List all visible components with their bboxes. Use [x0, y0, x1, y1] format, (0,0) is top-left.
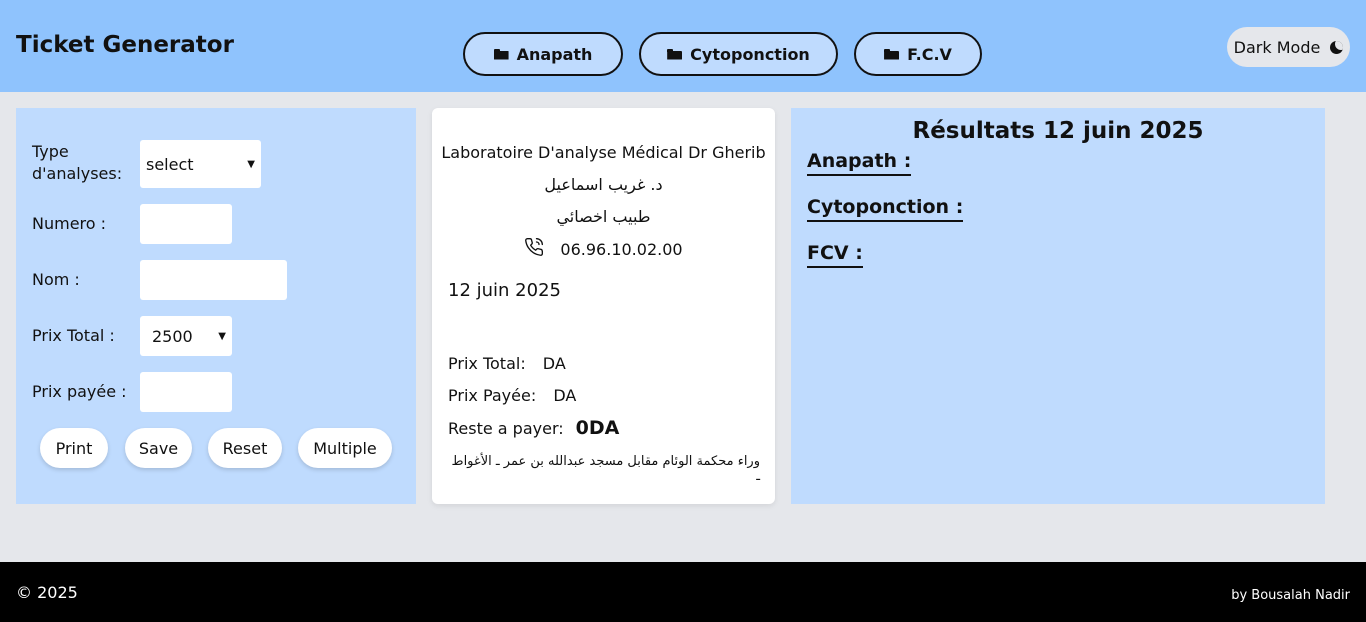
nom-input[interactable] [140, 260, 287, 300]
chevron-down-icon: ▼ [247, 158, 255, 170]
ticket-address: وراء محكمة الوئام مقابل مسجد عبدالله بن … [451, 454, 760, 484]
ticket-prix-total-label: Prix Total: [448, 354, 526, 373]
results-panel: Résultats 12 juin 2025 Anapath : Cytopon… [791, 108, 1325, 504]
prix-total-label: Prix Total : [32, 326, 115, 345]
lab-name: Laboratoire D'analyse Médical Dr Gherib [441, 143, 766, 162]
footer-copyright: © 2025 [16, 583, 78, 602]
folder-open-icon [667, 48, 682, 60]
prix-payee-input[interactable] [140, 372, 232, 412]
phone-row: 06.96.10.02.00 [432, 237, 775, 261]
tab-fcv-label: F.C.V [907, 44, 952, 64]
ticket-reste-row: Reste a payer: 0DA [448, 417, 619, 439]
prix-total-value: 2500 [152, 326, 193, 346]
phone-number: 06.96.10.02.00 [560, 239, 683, 259]
moon-icon [1330, 40, 1344, 54]
results-fcv-heading: FCV : [807, 241, 863, 268]
type-analyses-label: Type d'analyses: [32, 142, 123, 183]
ticket-prix-total-row: Prix Total: DA [448, 354, 566, 373]
footer: © 2025 by Bousalah Nadir [0, 562, 1366, 622]
dark-mode-toggle[interactable]: Dark Mode [1227, 27, 1350, 67]
doctor-name: د. غريب اسماعيل [544, 175, 663, 194]
folder-open-icon [884, 48, 899, 60]
footer-author: by Bousalah Nadir [1231, 588, 1350, 603]
ticket-prix-payee-label: Prix Payée: [448, 386, 537, 405]
tab-anapath-label: Anapath [516, 44, 593, 64]
ticket-prix-total-value: DA [542, 354, 566, 373]
multiple-button[interactable]: Multiple [298, 428, 392, 468]
tab-cytoponction[interactable]: Cytoponction [639, 32, 838, 76]
nom-label: Nom : [32, 270, 80, 289]
tab-cytoponction-label: Cytoponction [690, 44, 810, 64]
dark-mode-label: Dark Mode [1233, 37, 1321, 57]
numero-label: Numero : [32, 214, 107, 233]
results-title: Résultats 12 juin 2025 [912, 118, 1204, 144]
ticket-reste-value: 0DA [575, 417, 620, 439]
folder-open-icon [493, 48, 509, 60]
type-analyses-select[interactable]: select ▼ [140, 140, 261, 188]
header-bar: Ticket Generator Anapath Cytoponction F.… [0, 0, 1366, 92]
tab-fcv[interactable]: F.C.V [854, 32, 982, 76]
save-button[interactable]: Save [125, 428, 192, 468]
results-anapath-heading: Anapath : [807, 149, 912, 176]
doctor-specialty: طبيب اخصائي [556, 207, 651, 226]
ticket-reste-label: Reste a payer: [448, 418, 564, 438]
prix-total-select[interactable]: 2500 ▼ [140, 316, 232, 356]
tab-anapath[interactable]: Anapath [463, 32, 623, 76]
ticket-preview: Laboratoire D'analyse Médical Dr Gherib … [432, 108, 775, 504]
ticket-date: 12 juin 2025 [448, 280, 561, 301]
results-cytoponction-heading: Cytoponction : [807, 195, 964, 222]
print-button[interactable]: Print [40, 428, 108, 468]
numero-input[interactable] [140, 204, 232, 244]
chevron-down-icon: ▼ [218, 330, 226, 342]
prix-payee-label: Prix payée : [32, 382, 127, 401]
ticket-prix-payee-row: Prix Payée: DA [448, 386, 576, 405]
reset-button[interactable]: Reset [208, 428, 282, 468]
app-title: Ticket Generator [16, 32, 234, 58]
phone-icon [524, 237, 544, 261]
type-analyses-value: select [146, 154, 194, 174]
ticket-prix-payee-value: DA [553, 386, 577, 405]
ticket-form: Type d'analyses: select ▼ Numero : Nom :… [16, 108, 416, 504]
